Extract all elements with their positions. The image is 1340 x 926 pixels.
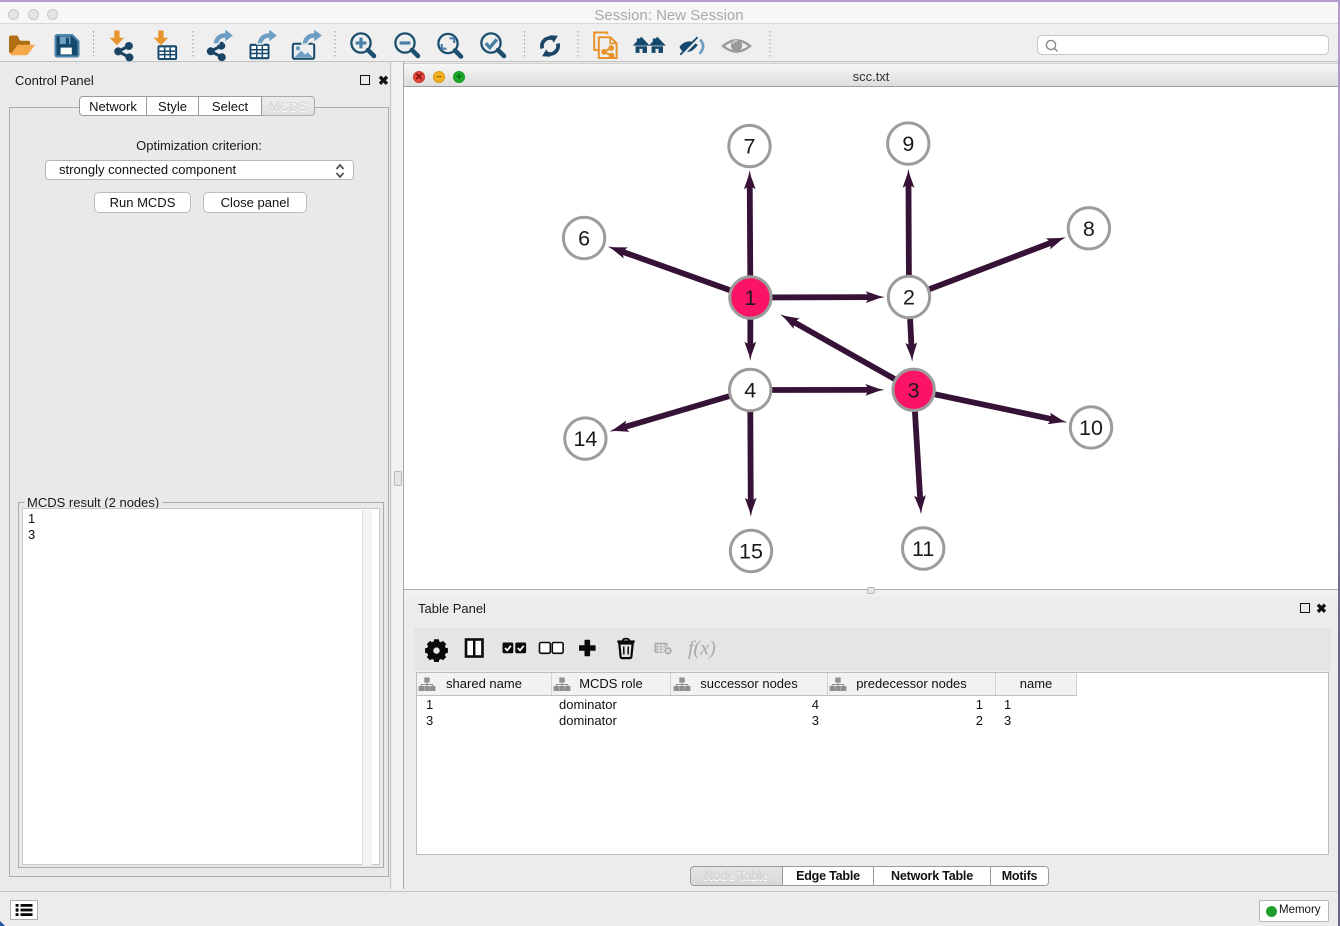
svg-text:6: 6 [578, 227, 590, 251]
svg-text:8: 8 [1083, 217, 1095, 241]
svg-text:2: 2 [903, 286, 915, 310]
svg-text:7: 7 [744, 135, 756, 159]
svg-text:11: 11 [912, 537, 934, 561]
svg-text:9: 9 [902, 132, 914, 156]
svg-text:3: 3 [908, 378, 920, 402]
svg-text:10: 10 [1079, 416, 1103, 440]
svg-text:f(x): f(x) [688, 638, 716, 660]
svg-text:1: 1 [744, 286, 756, 310]
svg-text:15: 15 [739, 540, 763, 564]
svg-text:14: 14 [573, 427, 597, 451]
svg-text:4: 4 [744, 379, 756, 403]
